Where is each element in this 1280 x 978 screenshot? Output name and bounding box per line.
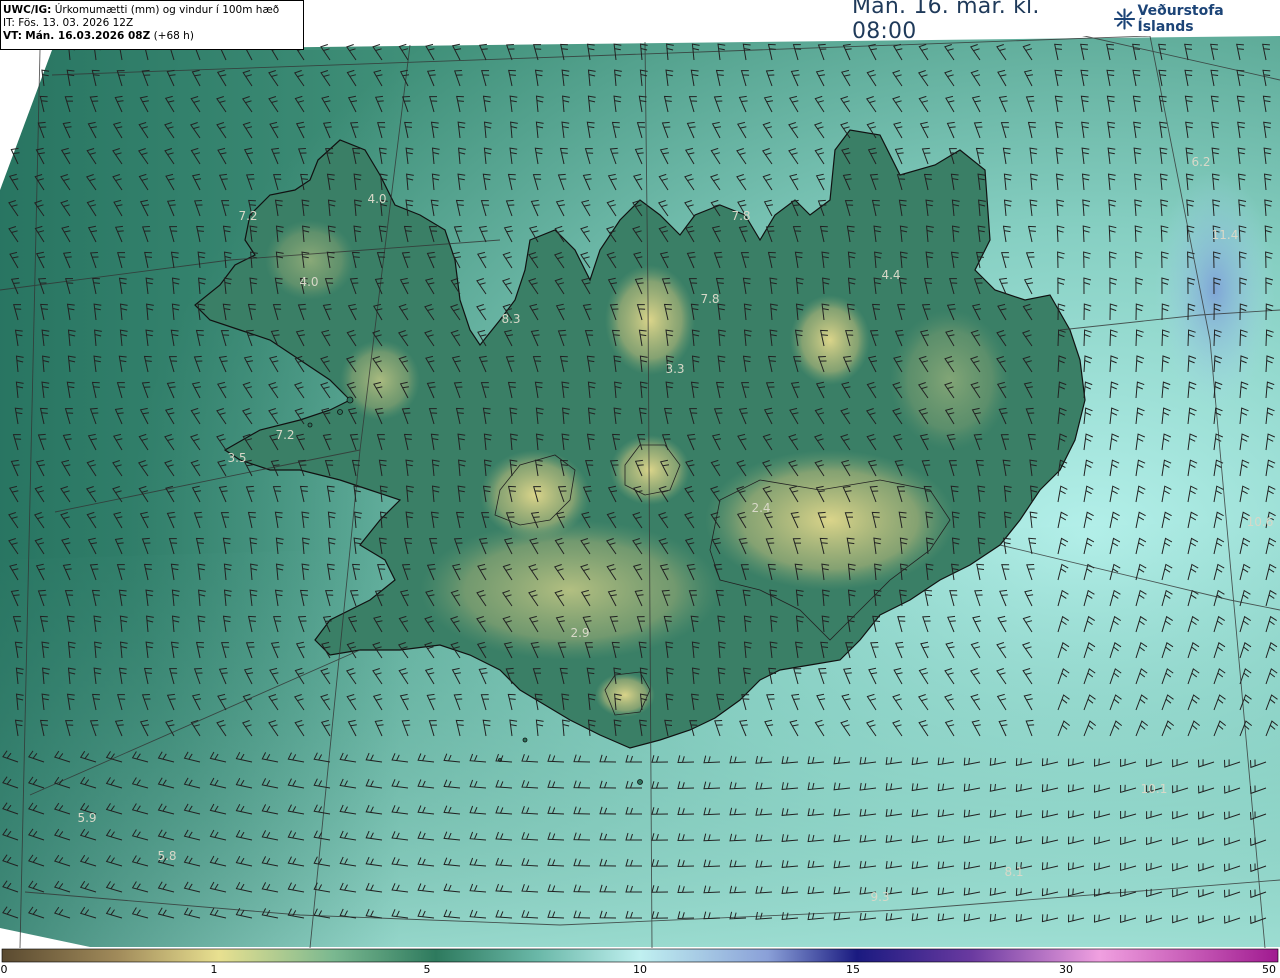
vedurstofa-logo[interactable]: Veðurstofa Íslands: [1113, 3, 1278, 35]
value-label: 8.1: [1004, 865, 1024, 879]
blue-precip-area: [1155, 170, 1275, 410]
parameter-name: Úrkomumætti (mm) og vindur í 100m hæð: [54, 4, 280, 16]
value-label: 3.3: [665, 362, 685, 376]
value-label: 4.4: [881, 268, 901, 282]
value-label: 10.1: [1140, 782, 1168, 796]
value-label: 3.5: [227, 451, 247, 465]
logo-text: Veðurstofa Íslands: [1137, 3, 1224, 35]
colorbar-tick: 1: [210, 963, 218, 976]
colorbar-tick: 15: [846, 963, 860, 976]
value-label: 4.0: [299, 275, 319, 289]
colorbar-tick: 30: [1059, 963, 1073, 976]
highland-north-1: [605, 265, 695, 375]
value-label: 2.9: [570, 626, 590, 640]
value-label: 2.4: [751, 501, 771, 515]
lead-time: (+68 h): [153, 30, 194, 42]
map-canvas: [0, 34, 1280, 963]
value-label: 10.6: [1246, 515, 1274, 529]
colorbar-tick: 50: [1262, 963, 1276, 976]
value-label: 7.8: [700, 292, 720, 306]
valid-time-line: VT: Mán. 16.03.2026 08Z (+68 h): [3, 30, 303, 43]
value-label: 7.2: [275, 428, 295, 442]
colorbar-tick: 10: [633, 963, 647, 976]
colorbar-gradient: [1, 948, 1279, 963]
value-label: 9.3: [870, 890, 890, 904]
title-box: Mán. 16. mar. kl. 08:00 Veðurstofa Íslan…: [848, 0, 1278, 44]
highland-west: [340, 340, 420, 420]
value-label: 5.9: [77, 811, 97, 825]
parameter-line: UWC/IG: Úrkomumætti (mm) og vindur í 100…: [3, 4, 303, 17]
valid-time: Mán. 16.03.2026 08Z: [25, 30, 151, 42]
valid-label: VT:: [3, 30, 22, 42]
forecast-map: 7.2 4.0 4.0 8.3 7.8 7.8 4.4 6.2 11.4 3.3…: [0, 0, 1280, 978]
value-label: 11.4: [1211, 228, 1239, 242]
highland-north-2: [790, 295, 870, 385]
value-label: 8.3: [501, 312, 521, 326]
value-label: 6.2: [1191, 155, 1211, 169]
map-title: Mán. 16. mar. kl. 08:00: [852, 0, 1040, 44]
forecast-info-box: UWC/IG: Úrkomumætti (mm) og vindur í 100…: [0, 0, 304, 50]
model-label: UWC/IG:: [3, 4, 52, 16]
value-label: 4.0: [367, 192, 387, 206]
value-label: 7.2: [238, 209, 258, 223]
colorbar-tick: 5: [423, 963, 431, 976]
snowflake-logo-icon: [1113, 8, 1135, 30]
initial-time: IT: Fös. 13. 03. 2026 12Z: [3, 17, 134, 29]
value-label: 7.8: [731, 209, 751, 223]
colorbar-tick: 0: [0, 963, 8, 976]
value-label: 5.8: [157, 849, 177, 863]
